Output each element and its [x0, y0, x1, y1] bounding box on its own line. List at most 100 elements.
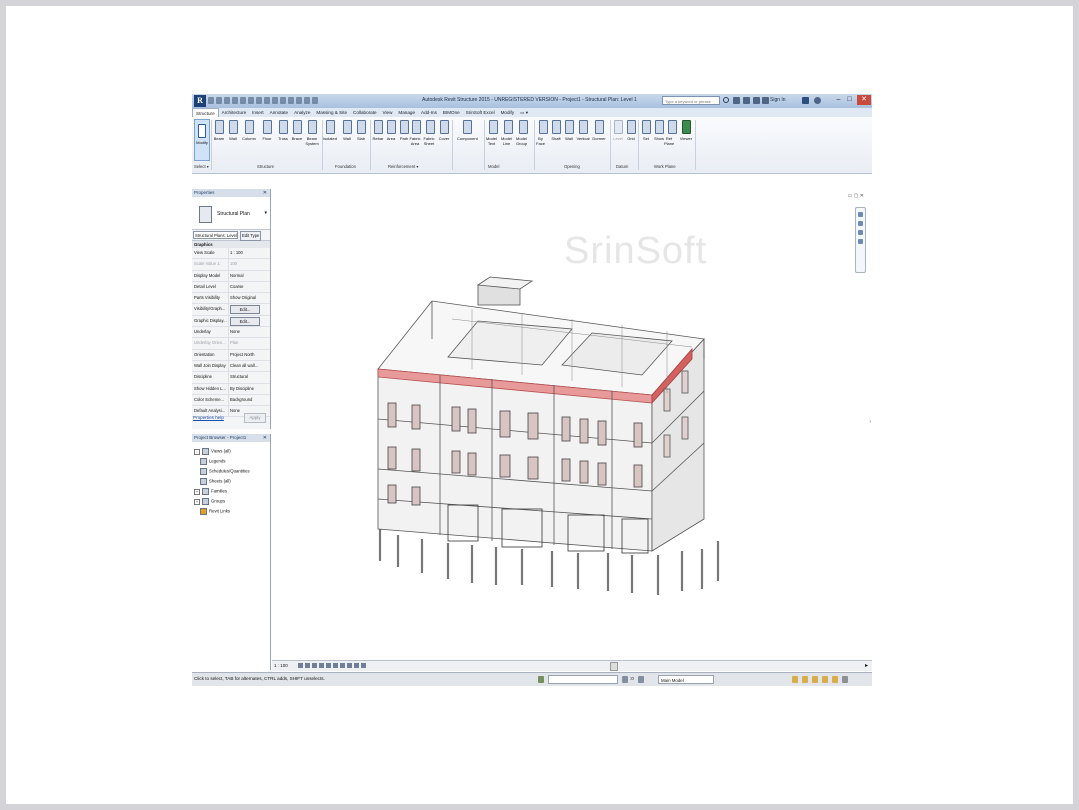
tab-bimone[interactable]: BIMOne: [440, 108, 463, 117]
maximize-button[interactable]: □: [845, 95, 854, 105]
help-search-input[interactable]: Type a keyword or phrase: [662, 96, 720, 105]
analytical-model-icon[interactable]: [361, 663, 366, 668]
tag-icon[interactable]: [264, 97, 270, 104]
model-text-tool[interactable]: Model Text: [486, 120, 498, 146]
property-value[interactable]: None: [229, 327, 270, 337]
edit-type-button[interactable]: Edit Type: [240, 231, 262, 241]
truss-tool[interactable]: Truss: [278, 120, 288, 141]
tab-structure[interactable]: Structure: [192, 108, 219, 117]
exchange-apps-icon[interactable]: [802, 97, 809, 104]
text-icon[interactable]: [272, 97, 278, 104]
property-value[interactable]: Edit...: [229, 316, 270, 326]
detail-level-icon[interactable]: [298, 663, 303, 668]
cover-tool[interactable]: Cover: [439, 120, 449, 141]
collapse-icon[interactable]: -: [194, 448, 200, 455]
favorites-icon[interactable]: [753, 97, 760, 104]
viewer-tool[interactable]: Viewer: [680, 120, 692, 141]
wall-tool[interactable]: Wall: [228, 120, 238, 141]
property-row[interactable]: Graphic Display... Edit...: [192, 315, 270, 328]
filter-icon[interactable]: [842, 676, 848, 683]
property-row[interactable]: Parts Visibility Show Original: [192, 293, 270, 305]
tab-analyze[interactable]: Analyze: [291, 108, 313, 117]
properties-close-icon[interactable]: ✕: [263, 189, 267, 197]
level-tool[interactable]: Level: [613, 120, 623, 141]
property-row[interactable]: Underlay Orien... Plan: [192, 338, 270, 350]
select-by-face-icon[interactable]: [822, 676, 828, 683]
property-value[interactable]: Show Original: [229, 293, 270, 303]
search-icon[interactable]: [723, 97, 729, 103]
tree-item[interactable]: + Families: [194, 488, 227, 495]
property-value[interactable]: 1 : 100: [229, 248, 270, 258]
edit-button[interactable]: Edit...: [230, 305, 260, 315]
type-selector[interactable]: Structural Plan ▾: [192, 197, 270, 230]
property-row[interactable]: Visibility/Graph... Edit...: [192, 304, 270, 316]
chevron-down-icon[interactable]: ▾: [264, 210, 267, 216]
worksets-field[interactable]: [548, 675, 618, 684]
property-value[interactable]: Background: [229, 395, 270, 405]
beam-tool[interactable]: Beam: [214, 120, 224, 141]
tree-item[interactable]: + Groups: [194, 498, 225, 505]
select-pinned-icon[interactable]: [812, 676, 818, 683]
undo-icon[interactable]: [224, 97, 230, 104]
close-windows-icon[interactable]: [304, 97, 310, 104]
section-icon[interactable]: [288, 97, 294, 104]
crop-view-icon[interactable]: [326, 663, 331, 668]
property-row[interactable]: Color Scheme... Background: [192, 394, 270, 407]
property-value[interactable]: Structural: [229, 372, 270, 382]
select-links-icon[interactable]: [792, 676, 798, 683]
unlock-view-icon[interactable]: [340, 663, 345, 668]
property-value[interactable]: Project North: [229, 350, 270, 360]
area-tool[interactable]: Area: [386, 120, 396, 141]
worksets-icon[interactable]: [538, 676, 544, 683]
tab-manage[interactable]: Manage: [395, 108, 418, 117]
show-workplane-tool[interactable]: Show: [654, 120, 664, 141]
tab-massing-site[interactable]: Massing & Site: [313, 108, 350, 117]
fabric-sheet-tool[interactable]: Fabric Sheet: [423, 120, 435, 146]
select-panel-label[interactable]: Select ▾: [194, 164, 209, 169]
tree-item[interactable]: - Views (all): [194, 448, 231, 455]
property-row[interactable]: Scale Value 1: 100: [192, 259, 270, 271]
modify-button[interactable]: Modify: [194, 119, 210, 161]
select-underlay-icon[interactable]: [802, 676, 808, 683]
drag-elements-icon[interactable]: [832, 676, 838, 683]
edit-button[interactable]: Edit...: [230, 316, 260, 326]
tab-modify[interactable]: Modify: [498, 108, 518, 117]
user-icon[interactable]: [762, 97, 769, 104]
property-value[interactable]: 100: [229, 259, 270, 269]
close-button[interactable]: ✕: [857, 95, 871, 105]
minimize-button[interactable]: –: [834, 95, 843, 105]
temporary-hide-icon[interactable]: [347, 663, 352, 668]
expand-icon[interactable]: +: [194, 488, 200, 495]
dormer-tool[interactable]: Dormer: [592, 120, 606, 141]
tree-item[interactable]: Schedules/Quantities: [200, 468, 250, 475]
3d-view-icon[interactable]: [280, 97, 286, 104]
column-tool[interactable]: Column: [242, 120, 256, 141]
help-icon[interactable]: [814, 97, 821, 104]
tree-item[interactable]: Legends: [200, 458, 226, 465]
expand-icon[interactable]: +: [194, 498, 200, 505]
properties-help-link[interactable]: Properties help: [193, 415, 224, 420]
print-icon[interactable]: [240, 97, 246, 104]
property-value[interactable]: Clean all wall...: [229, 361, 270, 371]
ribbon-minimize-toggle[interactable]: ▭ ▾: [517, 108, 531, 117]
reveal-hidden-icon[interactable]: [354, 663, 359, 668]
scroll-right-arrow[interactable]: ›: [869, 419, 871, 425]
isolated-foundation-tool[interactable]: Isolated: [323, 120, 337, 141]
subscription-icon[interactable]: [733, 97, 740, 104]
grid-tool[interactable]: Grid: [626, 120, 636, 141]
beam-system-tool[interactable]: Beam System: [305, 120, 319, 146]
wall-foundation-tool[interactable]: Wall: [342, 120, 352, 141]
sun-path-icon[interactable]: [312, 663, 317, 668]
tab-add-ins[interactable]: Add-Ins: [418, 108, 440, 117]
tab-architecture[interactable]: Architecture: [219, 108, 250, 117]
horizontal-scroll-thumb[interactable]: [610, 662, 618, 671]
property-row[interactable]: Show Hidden L... By Discipline: [192, 383, 270, 395]
show-crop-icon[interactable]: [333, 663, 338, 668]
property-row[interactable]: Discipline Structural: [192, 372, 270, 384]
shaft-tool[interactable]: Shaft: [551, 120, 561, 141]
tab-collaborate[interactable]: Collaborate: [350, 108, 380, 117]
property-value[interactable]: Coarse: [229, 282, 270, 292]
property-value[interactable]: Plan: [229, 338, 270, 348]
communication-icon[interactable]: [743, 97, 750, 104]
ref-plane-tool[interactable]: Ref Plane: [664, 120, 677, 146]
